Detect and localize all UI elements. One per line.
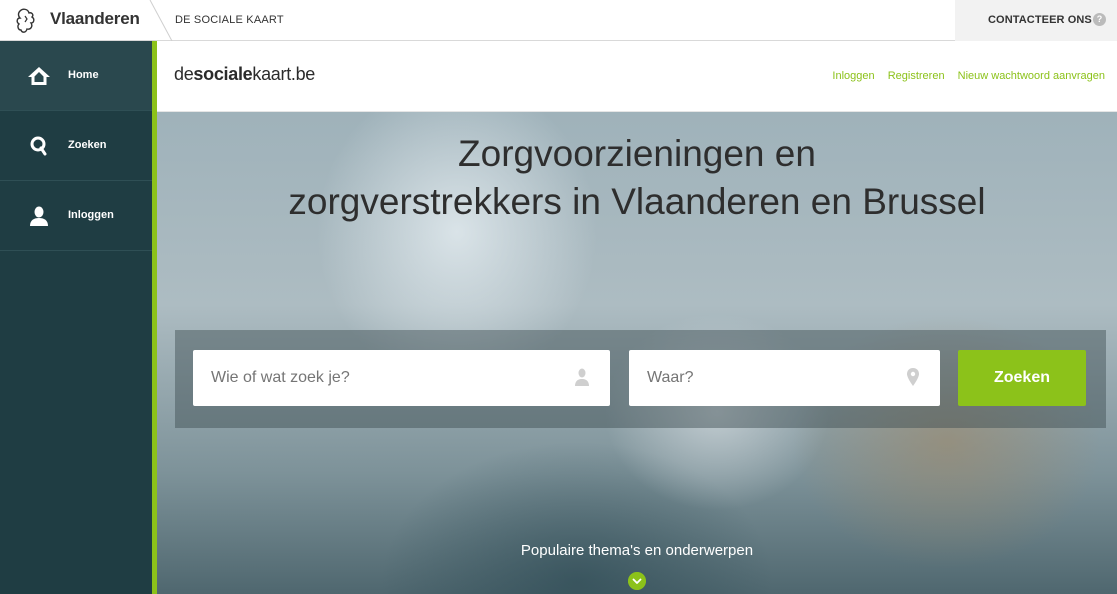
register-link[interactable]: Registreren <box>888 70 945 82</box>
hero-banner: Zorgvoorzieningen en zorgverstrekkers in… <box>157 112 1117 594</box>
where-input[interactable] <box>647 369 877 387</box>
brand-suffix: kaart.be <box>252 64 316 84</box>
vlaanderen-label[interactable]: Vlaanderen <box>50 9 140 29</box>
sidebar-item-zoeken[interactable]: Zoeken <box>0 111 152 181</box>
sidebar-item-home[interactable]: Home <box>0 41 152 111</box>
who-input[interactable] <box>211 369 531 387</box>
sidebar-item-label: Inloggen <box>68 209 114 221</box>
sidebar: Home Zoeken Inloggen <box>0 41 152 594</box>
reset-password-link[interactable]: Nieuw wachtwoord aanvragen <box>958 70 1105 82</box>
help-icon: ? <box>1093 13 1106 26</box>
popular-topics-label[interactable]: Populaire thema's en onderwerpen <box>157 542 1117 559</box>
search-icon <box>30 136 47 156</box>
sidebar-item-label: Home <box>68 69 99 81</box>
login-link[interactable]: Inloggen <box>832 70 874 82</box>
where-field[interactable] <box>629 350 940 406</box>
site-header: desocialekaart.be Inloggen Registreren N… <box>157 41 1117 112</box>
hero-title-line1: Zorgvoorzieningen en <box>458 133 816 174</box>
person-icon <box>575 368 589 386</box>
search-panel: Zoeken <box>175 330 1106 428</box>
location-pin-icon <box>907 368 919 386</box>
chevron-down-icon[interactable] <box>628 572 646 590</box>
sidebar-item-inloggen[interactable]: Inloggen <box>0 181 152 251</box>
search-button[interactable]: Zoeken <box>958 350 1086 406</box>
home-icon <box>28 67 50 85</box>
sidebar-item-label: Zoeken <box>68 139 107 151</box>
vlaanderen-lion-logo[interactable] <box>14 7 40 35</box>
brand-logo[interactable]: desocialekaart.be <box>174 64 315 85</box>
contact-label: CONTACTEER ONS <box>988 14 1092 26</box>
user-icon <box>30 206 48 226</box>
contact-button[interactable]: CONTACTEER ONS ? <box>955 0 1117 41</box>
topbar-divider <box>149 0 173 41</box>
hero-title-line2: zorgverstrekkers in Vlaanderen en Brusse… <box>288 181 986 222</box>
brand-bold: sociale <box>193 64 253 84</box>
vlaanderen-topbar: Vlaanderen DE SOCIALE KAART CONTACTEER O… <box>0 0 1117 41</box>
auth-links: Inloggen Registreren Nieuw wachtwoord aa… <box>822 70 1105 82</box>
site-label[interactable]: DE SOCIALE KAART <box>175 14 284 26</box>
brand-prefix: de <box>174 64 194 84</box>
who-field[interactable] <box>193 350 610 406</box>
